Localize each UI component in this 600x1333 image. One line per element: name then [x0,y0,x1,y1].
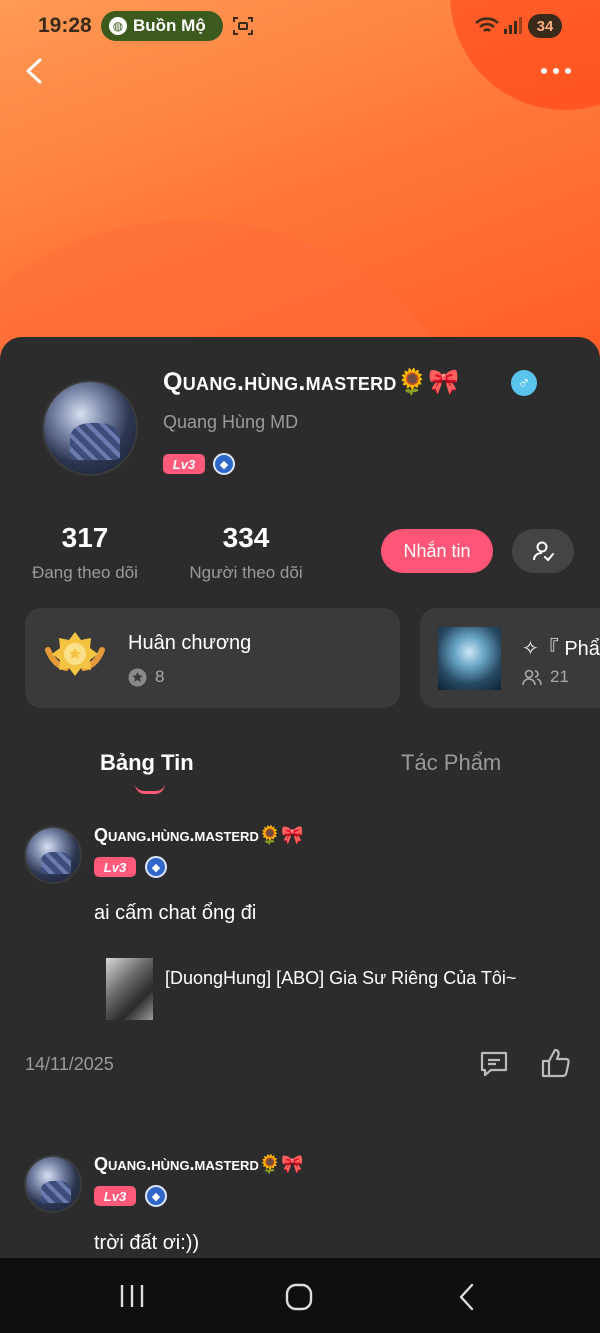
like-icon[interactable] [540,1047,572,1079]
notification-text: Buồn Mộ [133,16,206,35]
medal-icon [45,632,105,676]
follow-button[interactable] [512,529,574,573]
status-bar: 19:28 ◍ Buồn Mộ 34 [0,0,600,52]
screenshot-icon [233,17,253,35]
comment-icon[interactable] [479,1049,509,1079]
notification-pill[interactable]: ◍ Buồn Mộ [101,11,223,41]
medal-card-title: Huân chương [128,632,252,654]
group-card-members: 21 [522,667,569,687]
post-text: trời đất ơi:)) [94,1232,200,1254]
battery-indicator: 34 [528,14,562,38]
medal-card-count: 8 [128,667,164,687]
post-level-badge: Lv3 [94,857,136,877]
book-cover[interactable] [106,958,153,1020]
following-label[interactable]: Đang theo dõi [15,563,155,583]
group-member-count: 21 [550,667,569,686]
post-date: 14/11/2025 [25,1054,114,1074]
status-time: 19:28 [38,14,92,37]
verified-drop-icon: ◆ [213,453,235,475]
home-icon[interactable] [284,1282,314,1312]
post-author-name[interactable]: Quang.hùng.masterd🌻🎀 [94,825,304,846]
recent-apps-icon[interactable] [118,1283,146,1309]
following-count[interactable]: 317 [25,522,145,554]
post-author-avatar[interactable] [24,826,82,884]
medal-count: 8 [155,667,165,686]
more-options-icon[interactable] [538,60,574,82]
followers-count[interactable]: 334 [186,522,306,554]
avatar[interactable] [42,380,138,476]
tab-works[interactable]: Tác Phẩm [401,750,501,776]
signal-icon [504,17,522,34]
user-follow-icon [533,541,554,562]
verified-drop-icon: ◆ [145,856,167,878]
tab-feed[interactable]: Bảng Tin [100,750,194,776]
message-button[interactable]: Nhắn tin [381,529,493,573]
gender-male-icon: ♂ [511,370,537,396]
level-badge: Lv3 [163,454,205,474]
followers-label[interactable]: Người theo dõi [172,563,320,583]
back-icon[interactable] [20,56,50,86]
wifi-icon [475,17,499,32]
group-thumbnail [438,627,501,690]
star-badge-icon [128,668,147,686]
globe-icon: ◍ [109,17,127,35]
post-level-badge: Lv3 [94,1186,136,1206]
verified-drop-icon: ◆ [145,1185,167,1207]
system-navigation-bar [0,1258,600,1333]
book-title-link[interactable]: [DuongHung] [ABO] Gia Sư Riêng Của Tôi~ [165,968,516,989]
profile-username: Quang Hùng MD [163,412,299,432]
members-icon [522,669,542,686]
post-author-avatar[interactable] [24,1155,82,1213]
group-card-title: ✧『 Phẩ [522,638,600,660]
back-nav-icon[interactable] [455,1282,479,1312]
profile-cover [0,0,600,380]
post-author-name[interactable]: Quang.hùng.masterd🌻🎀 [94,1154,304,1175]
post-text: ai cấm chat ổng đi [94,902,257,924]
profile-display-name: Quang.hùng.masterd🌻🎀 [163,368,460,396]
